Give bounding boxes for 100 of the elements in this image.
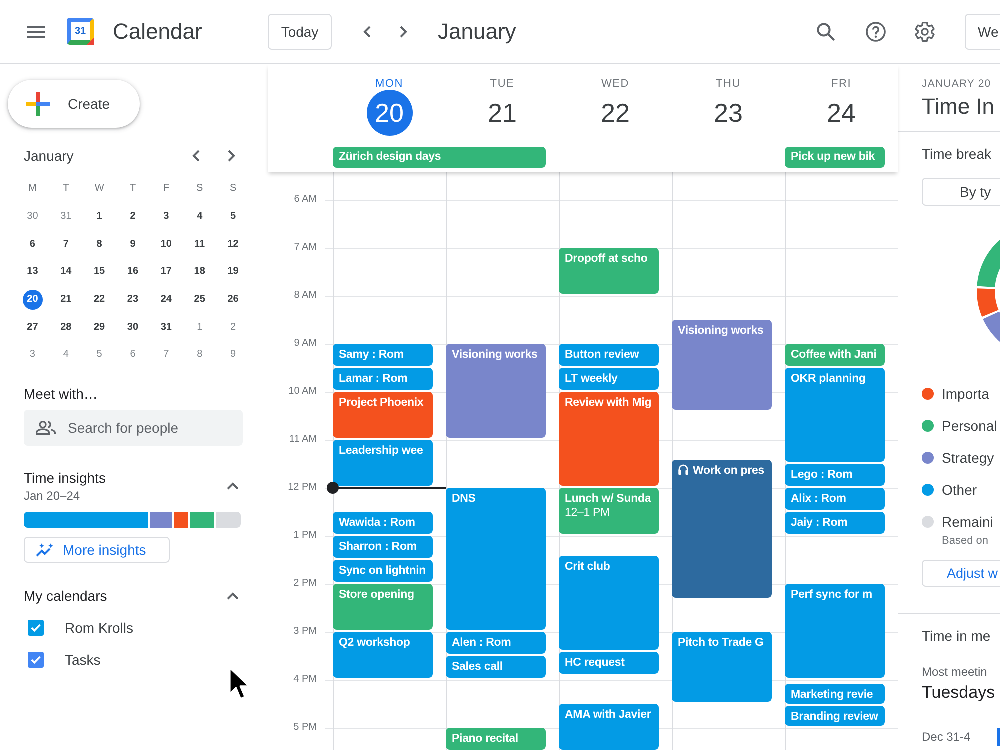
mini-calendar-day[interactable]: 31	[156, 317, 176, 338]
calendar-event[interactable]: Sharron : Rom	[333, 536, 433, 558]
mini-calendar-day[interactable]: 3	[156, 206, 176, 227]
calendar-event[interactable]: Sales call	[446, 656, 546, 678]
mini-calendar-day[interactable]: 23	[122, 290, 143, 310]
create-button[interactable]: Create	[8, 80, 140, 128]
mini-calendar-day[interactable]: 27	[22, 317, 43, 338]
calendar-event[interactable]: Visioning works	[446, 344, 546, 438]
calendar-event[interactable]: Sync on lightnin	[333, 560, 433, 582]
calendar-event[interactable]: Visioning works	[672, 320, 772, 410]
settings-icon[interactable]	[915, 22, 935, 42]
mini-calendar-day[interactable]: 19	[223, 262, 244, 282]
mini-calendar-day[interactable]: 18	[190, 262, 210, 282]
mini-calendar-day[interactable]: 6	[22, 234, 43, 254]
calendar-event[interactable]: Marketing revie	[785, 684, 885, 704]
calendar-event[interactable]: AMA with Javier	[559, 704, 659, 750]
mini-calendar-day[interactable]: 30	[122, 317, 143, 338]
calendar-event[interactable]: Perf sync for m	[785, 584, 885, 678]
chevron-right-icon[interactable]	[228, 150, 236, 162]
date-number[interactable]: 24	[818, 90, 864, 136]
today-button[interactable]: Today	[268, 14, 332, 50]
mini-calendar-day[interactable]: 7	[156, 344, 176, 365]
calendar-event[interactable]: HC request	[559, 652, 659, 674]
calendar-event[interactable]: Work on pres	[672, 460, 772, 598]
mini-calendar-day[interactable]: 12	[223, 234, 244, 254]
date-number[interactable]: 21	[480, 90, 526, 136]
calendar-event[interactable]: DNS	[446, 488, 546, 630]
mini-calendar-day[interactable]: 3	[22, 344, 43, 365]
mini-calendar-day[interactable]: 6	[122, 344, 143, 365]
mini-calendar-day[interactable]: 2	[122, 206, 143, 227]
mini-calendar-day[interactable]: 25	[190, 290, 210, 310]
mini-calendar-day[interactable]: 4	[190, 206, 210, 227]
calendar-event[interactable]: Samy : Rom	[333, 344, 433, 366]
mini-calendar-day[interactable]: 17	[156, 262, 176, 282]
mini-calendar-day[interactable]: 9	[122, 234, 143, 254]
mini-calendar-day[interactable]: 1	[190, 317, 210, 338]
calendar-event[interactable]: Crit club	[559, 556, 659, 650]
mini-calendar-day[interactable]: 20	[22, 290, 43, 310]
calendar-event[interactable]: Coffee with Jani	[785, 344, 885, 366]
breakdown-dropdown[interactable]: By ty	[922, 178, 1000, 206]
mini-calendar-day[interactable]: 30	[22, 206, 43, 227]
mini-calendar-day[interactable]: 5	[90, 344, 110, 365]
mini-calendar-day[interactable]: 2	[223, 317, 244, 338]
mini-calendar-day[interactable]: 16	[122, 262, 143, 282]
mini-calendar-day[interactable]: 7	[56, 234, 76, 254]
calendar-event[interactable]: Alix : Rom	[785, 488, 885, 510]
mini-calendar-day[interactable]: 13	[22, 262, 43, 282]
date-number[interactable]: 23	[706, 90, 752, 136]
mini-calendar-day[interactable]: 29	[90, 317, 110, 338]
calendar-event[interactable]: Button review	[559, 344, 659, 366]
calendar-event[interactable]: Jaiy : Rom	[785, 512, 885, 534]
calendar-event[interactable]: LT weekly	[559, 368, 659, 390]
calendar-event[interactable]: Lamar : Rom	[333, 368, 433, 390]
mini-calendar-day[interactable]: 1	[90, 206, 110, 227]
calendar-event[interactable]: Alen : Rom	[446, 632, 546, 654]
chevron-right-icon[interactable]	[400, 26, 408, 38]
mini-calendar-day[interactable]: 8	[190, 344, 210, 365]
calendar-event[interactable]: Lego : Rom	[785, 464, 885, 486]
calendar-event[interactable]: Piano recital	[446, 728, 546, 750]
calendar-event[interactable]: Lunch w/ Sunda 12–1 PM	[559, 488, 659, 534]
mini-calendar-day[interactable]: 26	[223, 290, 244, 310]
chevron-left-icon[interactable]	[363, 26, 371, 38]
calendar-event[interactable]: Dropoff at scho	[559, 248, 659, 294]
chevron-left-icon[interactable]	[192, 150, 200, 162]
chevron-up-icon[interactable]	[227, 592, 239, 600]
all-day-event[interactable]: Zürich design days	[333, 147, 546, 168]
calendar-event[interactable]: Wawida : Rom	[333, 512, 433, 534]
calendar-event[interactable]: Q2 workshop	[333, 632, 433, 678]
search-icon[interactable]	[817, 22, 835, 40]
calendar-event[interactable]: Store opening	[333, 584, 433, 630]
mini-calendar-day[interactable]: 5	[223, 206, 244, 227]
mini-calendar-day[interactable]: 10	[156, 234, 176, 254]
more-insights-button[interactable]: More insights	[24, 536, 170, 563]
help-icon[interactable]	[866, 22, 886, 42]
mini-calendar-day[interactable]: 21	[56, 290, 76, 310]
mini-calendar-day[interactable]: 31	[56, 206, 76, 227]
calendar-event[interactable]: Project Phoenix	[333, 392, 433, 438]
mini-calendar-day[interactable]: 15	[90, 262, 110, 282]
view-dropdown[interactable]: We	[965, 14, 1000, 50]
people-search-field[interactable]: Search for people	[24, 410, 243, 446]
calendar-event[interactable]: Leadership wee	[333, 440, 433, 486]
checkbox[interactable]	[28, 620, 44, 636]
mini-calendar-day[interactable]: 28	[56, 317, 76, 338]
mini-calendar-day[interactable]: 24	[156, 290, 176, 310]
all-day-event[interactable]: Pick up new bik	[785, 147, 885, 168]
date-number[interactable]: 20	[366, 90, 412, 136]
calendar-event[interactable]: Branding review	[785, 706, 885, 726]
menu-icon[interactable]	[27, 26, 45, 38]
checkbox[interactable]	[28, 652, 44, 668]
calendar-event[interactable]: Review with Mig	[559, 392, 659, 486]
mini-calendar-day[interactable]: 8	[90, 234, 110, 254]
adjust-button[interactable]: Adjust w	[922, 560, 1000, 587]
mini-calendar-day[interactable]: 4	[56, 344, 76, 365]
calendar-event[interactable]: OKR planning	[785, 368, 885, 462]
mini-calendar-day[interactable]: 22	[90, 290, 110, 310]
mini-calendar-day[interactable]: 11	[190, 234, 210, 254]
chevron-up-icon[interactable]	[227, 482, 239, 490]
calendar-event[interactable]: Pitch to Trade G	[672, 632, 772, 702]
mini-calendar-day[interactable]: 14	[56, 262, 76, 282]
date-number[interactable]: 22	[592, 90, 638, 136]
